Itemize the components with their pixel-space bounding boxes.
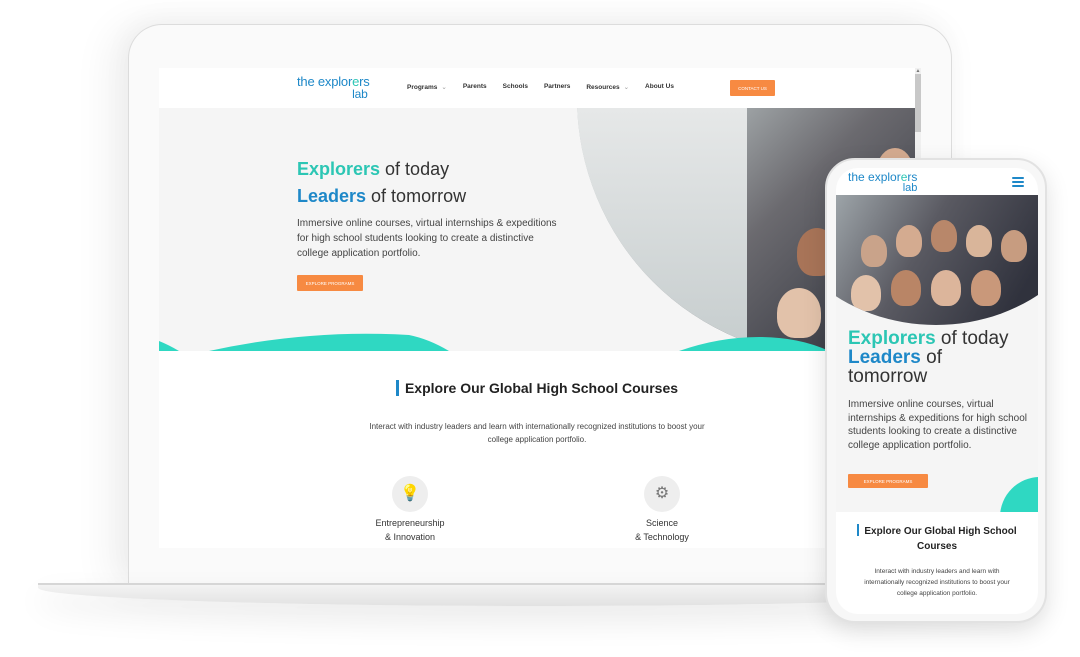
menu-bar (1012, 185, 1024, 187)
nav-item-partners[interactable]: Partners (544, 83, 570, 91)
hero-accent-leaders: Leaders (848, 347, 921, 368)
course-label-2: & Technology (635, 532, 689, 542)
hero-accent-leaders: Leaders (297, 186, 367, 206)
photo-glass-wall (577, 108, 747, 351)
hero-text: of today (380, 159, 450, 179)
course-label: Science (645, 518, 679, 528)
phone-frame: the explorers lab Explorers of today Lea… (825, 158, 1047, 623)
courses-heading-text: Explore Our Global High School Courses (864, 526, 1017, 552)
nav-item-resources[interactable]: Resources ⌄ (586, 83, 629, 91)
course-label: Entrepreneurship (375, 518, 445, 528)
mobile-courses-heading: Explore Our Global High School Courses (846, 524, 1028, 554)
chevron-down-icon: ⌄ (441, 84, 447, 91)
nav-item-about-us[interactable]: About Us (645, 83, 674, 91)
hero-line-2: Leaders of (848, 348, 1009, 367)
photo-person (1001, 230, 1027, 262)
mobile-hero-description: Immersive online courses, virtual intern… (848, 399, 1027, 451)
site-logo[interactable]: the explorers lab (297, 74, 370, 101)
heading-accent-bar (857, 524, 860, 536)
wave-left (159, 333, 449, 351)
scrollbar-thumb[interactable] (915, 74, 921, 132)
hero-text: of tomorrow (366, 186, 467, 206)
hero-text: of (920, 347, 942, 368)
hero-line-1: Explorers of today (297, 156, 466, 183)
mobile-wave-decoration (1000, 477, 1038, 512)
photo-person (891, 270, 921, 306)
phone-screen: the explorers lab Explorers of today Lea… (836, 168, 1038, 614)
courses-heading-text: Explore Our Global High School Courses (404, 380, 679, 396)
wave-right (679, 337, 829, 351)
photo-person (966, 225, 992, 257)
mobile-explore-programs-button[interactable]: EXPLORE PROGRAMS (848, 474, 928, 488)
courses-description: Interact with industry leaders and learn… (369, 422, 705, 444)
mobile-courses-description: Interact with industry leaders and learn… (864, 568, 1010, 597)
hero-text: of today (935, 328, 1009, 349)
photo-person (931, 270, 961, 306)
logo-lab: lab (352, 87, 368, 101)
chevron-down-icon: ⌄ (623, 84, 630, 91)
hamburger-menu-icon[interactable] (1012, 177, 1024, 187)
hero-line-3: tomorrow (848, 366, 928, 387)
hero-line-1: Explorers of today (848, 329, 1009, 348)
course-entrepreneurship[interactable]: 💡 Entrepreneurship & Innovation (350, 476, 470, 544)
icon-glyph: ⚙ (654, 485, 670, 502)
hero-heading: Explorers of today Leaders of tomorrow (297, 156, 466, 210)
photo-person (861, 235, 887, 267)
main-nav: Programs ⌄ Parents Schools Partners Resou… (407, 83, 674, 91)
hero-wave-decoration (159, 333, 829, 351)
lightbulb-person-icon: 💡 (392, 476, 428, 512)
nav-item-programs[interactable]: Programs ⌄ (407, 83, 447, 91)
mobile-hero-section: Explorers of today Leaders of tomorrow I… (836, 195, 1038, 512)
nav-label: Resources (586, 84, 620, 91)
course-label-2: & Innovation (384, 532, 436, 542)
courses-heading: Explore Our Global High School Courses (159, 380, 915, 396)
device-mockup-stage: the explorers lab Programs ⌄ Parents Scho… (0, 0, 1080, 657)
photo-person (931, 220, 957, 252)
hero-line-2: Leaders of tomorrow (297, 183, 466, 210)
nav-label: Programs (407, 84, 438, 91)
nav-item-parents[interactable]: Parents (463, 83, 487, 91)
photo-person (896, 225, 922, 257)
menu-bar (1012, 177, 1024, 179)
logo-text: the explor (297, 74, 353, 89)
course-science-technology[interactable]: ⚙ Science & Technology (602, 476, 722, 544)
lightbulb-gear-icon: ⚙ (644, 476, 680, 512)
menu-bar (1012, 181, 1024, 183)
mobile-site-logo[interactable]: the explorers lab (848, 170, 918, 194)
laptop-screen: the explorers lab Programs ⌄ Parents Scho… (159, 68, 921, 548)
contact-us-button[interactable]: CONTACT US (730, 80, 775, 96)
mobile-hero-heading: Explorers of today Leaders of tomorrow (848, 329, 1009, 386)
hero-description: Immersive online courses, virtual intern… (297, 218, 557, 259)
mobile-hero-students-photo (836, 195, 1038, 325)
photo-person (971, 270, 1001, 306)
icon-glyph: 💡 (400, 485, 420, 502)
photo-person (851, 275, 881, 311)
hero-accent-explorers: Explorers (297, 159, 381, 179)
hero-section: Explorers of today Leaders of tomorrow I… (159, 108, 915, 351)
hero-accent-explorers: Explorers (848, 328, 936, 349)
heading-accent-bar (395, 380, 399, 396)
logo-text: the explor (848, 170, 901, 184)
site-header: the explorers lab Programs ⌄ Parents Scho… (159, 68, 921, 108)
explore-programs-button[interactable]: EXPLORE PROGRAMS (297, 275, 363, 291)
logo-lab: lab (902, 182, 918, 194)
nav-item-schools[interactable]: Schools (503, 83, 528, 91)
